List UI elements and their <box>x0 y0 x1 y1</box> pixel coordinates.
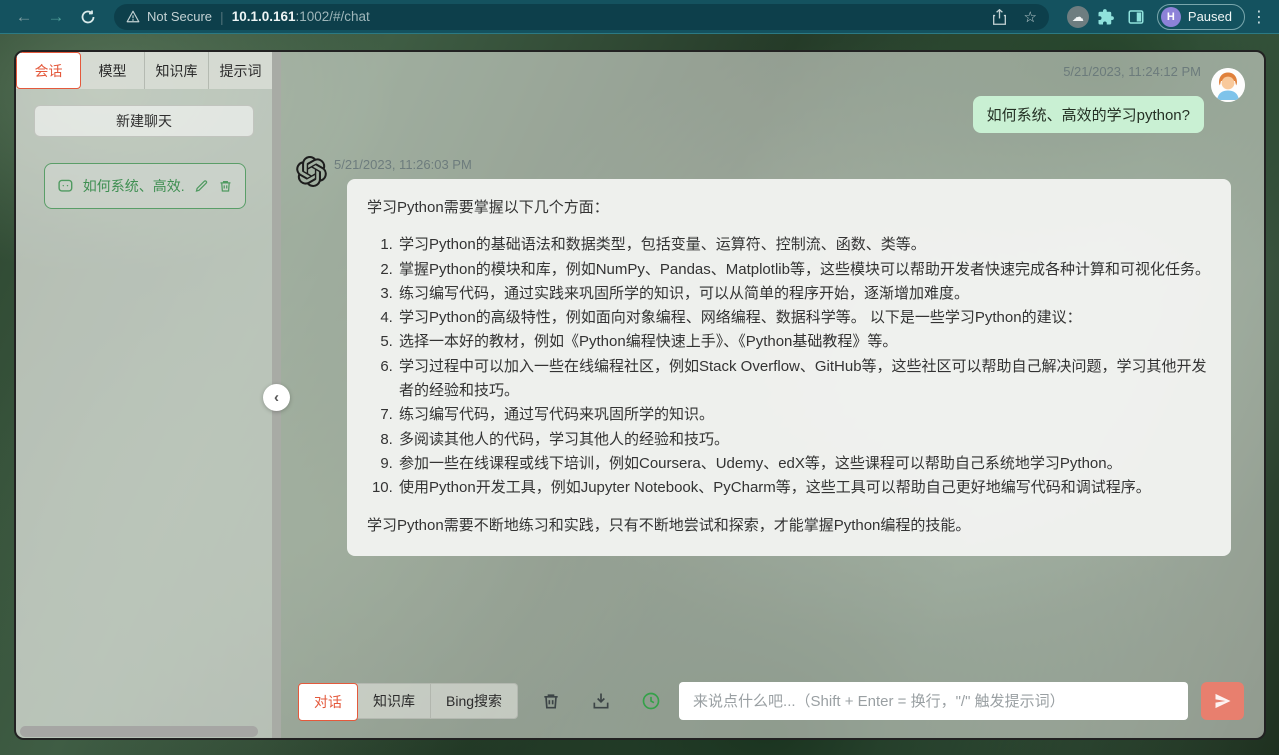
not-secure-warning[interactable]: Not Secure <box>126 9 212 24</box>
assistant-outro: 学习Python需要不断地练习和实践，只有不断地尝试和探索，才能掌握Python… <box>367 514 1211 538</box>
assistant-list: 学习Python的基础语法和数据类型，包括变量、运算符、控制流、函数、类等。掌握… <box>367 233 1211 500</box>
history-clock-icon[interactable] <box>640 690 662 712</box>
assistant-list-item: 学习过程中可以加入一些在线编程社区，例如Stack Overflow、GitHu… <box>397 355 1211 404</box>
back-icon[interactable]: ← <box>10 3 38 31</box>
security-label: Not Secure <box>147 9 212 24</box>
assistant-list-item: 练习编写代码，通过写代码来巩固所学的知识。 <box>397 403 1211 427</box>
assistant-list-item: 参加一些在线课程或线下培训，例如Coursera、Udemy、edX等，这些课程… <box>397 452 1211 476</box>
assistant-list-item: 练习编写代码，通过实践来巩固所学的知识，可以从简单的程序开始，逐渐增加难度。 <box>397 282 1211 306</box>
url-host: 10.1.0.161 <box>232 9 296 24</box>
conversation-title: 如何系统、高效... <box>83 176 185 196</box>
side-panel-icon[interactable] <box>1123 8 1149 26</box>
mode-chat[interactable]: 对话 <box>298 683 358 721</box>
warning-icon <box>126 10 140 23</box>
assistant-list-item: 掌握Python的模块和库，例如NumPy、Pandas、Matplotlib等… <box>397 258 1211 282</box>
assistant-message-timestamp: 5/21/2023, 11:26:03 PM <box>334 157 472 172</box>
download-icon[interactable] <box>590 690 612 712</box>
composer-toolbar: 对话 知识库 Bing搜索 <box>298 682 1244 720</box>
reload-icon[interactable] <box>74 3 102 31</box>
assistant-list-item: 选择一本好的教材，例如《Python编程快速上手》、《Python基础教程》等。 <box>397 330 1211 354</box>
assistant-list-item: 学习Python的基础语法和数据类型，包括变量、运算符、控制流、函数、类等。 <box>397 233 1211 257</box>
sidebar-collapse-button[interactable]: ‹ <box>263 384 290 411</box>
mode-bing-search[interactable]: Bing搜索 <box>431 684 517 718</box>
sidebar-tab-bar: 会话 模型 知识库 提示词 <box>16 52 272 89</box>
edit-pencil-icon[interactable] <box>194 178 209 194</box>
clear-chat-trash-icon[interactable] <box>540 690 562 712</box>
new-chat-button[interactable]: 新建聊天 <box>34 105 254 137</box>
app-window: 会话 模型 知识库 提示词 新建聊天 如何系统、高效... ‹ 5/21/202… <box>14 50 1266 740</box>
tab-conversations[interactable]: 会话 <box>16 52 81 89</box>
browser-profile-chip[interactable]: H Paused <box>1157 4 1245 30</box>
url-text[interactable]: 10.1.0.161:1002/#/chat <box>232 9 985 24</box>
browser-menu-icon[interactable]: ⋮ <box>1249 7 1269 27</box>
user-message-timestamp: 5/21/2023, 11:24:12 PM <box>1063 64 1201 79</box>
conversation-item[interactable]: 如何系统、高效... <box>44 163 246 209</box>
assistant-list-item: 学习Python的高级特性，例如面向对象编程、网络编程、数据科学等。 以下是一些… <box>397 306 1211 330</box>
forward-icon[interactable]: → <box>42 3 70 31</box>
bookmark-star-icon[interactable]: ☆ <box>1023 8 1036 26</box>
sidebar-horizontal-scrollbar[interactable] <box>20 726 258 737</box>
user-avatar <box>1211 68 1245 102</box>
delete-trash-icon[interactable] <box>218 178 233 194</box>
send-button[interactable] <box>1201 682 1244 720</box>
browser-toolbar: ← → Not Secure | 10.1.0.161:1002/#/chat … <box>0 0 1279 34</box>
tab-models[interactable]: 模型 <box>81 52 145 89</box>
chat-bubble-icon <box>57 177 74 195</box>
assistant-intro: 学习Python需要掌握以下几个方面： <box>367 196 1211 220</box>
mode-switcher: 对话 知识库 Bing搜索 <box>298 683 518 719</box>
user-message-bubble: 如何系统、高效的学习python? <box>973 96 1204 133</box>
cloud-extension-icon[interactable]: ☁ <box>1067 6 1089 28</box>
message-input[interactable] <box>679 682 1188 720</box>
address-separator: | <box>220 9 224 25</box>
assistant-list-item: 多阅读其他人的代码，学习其他人的经验和技巧。 <box>397 428 1211 452</box>
share-icon[interactable] <box>992 9 1007 25</box>
profile-avatar: H <box>1161 7 1181 27</box>
assistant-message-panel: 学习Python需要掌握以下几个方面： 学习Python的基础语法和数据类型，包… <box>347 179 1231 556</box>
tab-knowledge-base[interactable]: 知识库 <box>145 52 209 89</box>
chat-area: 5/21/2023, 11:24:12 PM 如何系统、高效的学习python?… <box>281 52 1264 738</box>
url-path: :1002/#/chat <box>296 9 370 24</box>
tab-prompts[interactable]: 提示词 <box>209 52 272 89</box>
profile-status: Paused <box>1188 9 1232 24</box>
paper-plane-icon <box>1213 691 1233 711</box>
address-bar[interactable]: Not Secure | 10.1.0.161:1002/#/chat ☆ <box>114 4 1049 30</box>
assistant-list-item: 使用Python开发工具，例如Jupyter Notebook、PyCharm等… <box>397 476 1211 500</box>
openai-logo-icon <box>296 156 327 187</box>
sidebar: 会话 模型 知识库 提示词 新建聊天 如何系统、高效... <box>16 52 272 738</box>
extensions-puzzle-icon[interactable] <box>1093 8 1119 26</box>
mode-knowledge-base[interactable]: 知识库 <box>358 684 431 718</box>
